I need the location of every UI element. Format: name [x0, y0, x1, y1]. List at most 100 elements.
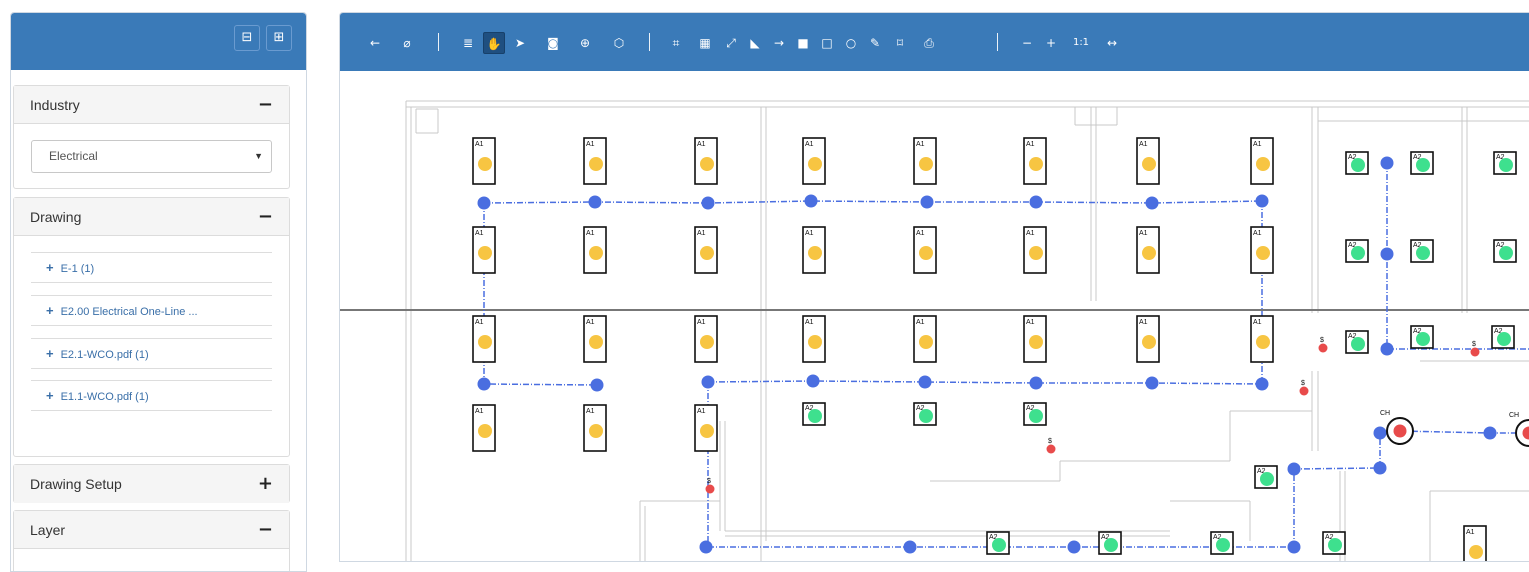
plus-icon[interactable]: + [46, 388, 54, 403]
fixture-a2: A2 [1024, 403, 1046, 425]
industry-select[interactable]: Electrical ▼ [31, 140, 272, 173]
path-node [1381, 157, 1394, 170]
switch-symbol: $ [706, 478, 715, 494]
camera-icon[interactable]: ◙ [542, 32, 564, 54]
panel-title: Industry [30, 97, 80, 113]
toolbar-divider [438, 33, 439, 51]
floor-plan-canvas[interactable]: A1A1A1A1A1A1A1A1A1A1A1A1A1A1A1A1A1A1A1A1… [340, 71, 1529, 562]
back-icon[interactable]: ← [364, 32, 386, 54]
path-node [700, 541, 713, 554]
fit-width-icon[interactable]: ↔ [1101, 32, 1123, 54]
viewer-toolbar: ← ⌀ ≣ ✋ ➤ ◙ ⊕ ⬡ ⌗ ▦ ⤢ ◣ → ■ □ ○ ✎ ⌑ ⎙ − … [340, 13, 1529, 71]
path-node [1374, 427, 1387, 440]
zoom-in-icon[interactable]: + [1040, 32, 1062, 54]
rectangle-icon[interactable]: □ [816, 32, 838, 54]
path-node [589, 196, 602, 209]
svg-text:A1: A1 [1026, 141, 1035, 148]
svg-text:A1: A1 [916, 230, 925, 237]
drawing-setup-panel-header[interactable]: Drawing Setup + [14, 465, 289, 503]
drawing-panel-header[interactable]: Drawing − [14, 198, 289, 236]
svg-text:A1: A1 [805, 141, 814, 148]
path-node [591, 379, 604, 392]
plus-icon[interactable]: + [46, 346, 54, 361]
collapse-icon[interactable]: − [258, 511, 273, 549]
fixture-a1: A1 [584, 227, 606, 273]
switch-symbol: $ [1047, 438, 1056, 454]
expand-icon[interactable]: + [258, 465, 273, 503]
arrow-right-icon[interactable]: → [768, 32, 790, 54]
ch-symbol: CH [1509, 412, 1529, 446]
drawing-setup-panel: Drawing Setup + [13, 464, 290, 503]
toolbar-divider [649, 33, 650, 51]
svg-text:A1: A1 [475, 319, 484, 326]
layer-panel-header[interactable]: Layer − [14, 511, 289, 549]
collapse-icon[interactable]: − [258, 198, 273, 236]
svg-text:A1: A1 [697, 230, 706, 237]
svg-text:A1: A1 [697, 319, 706, 326]
calculator-icon[interactable]: ▦ [694, 32, 716, 54]
collapse-all-icon[interactable]: ⊟ [234, 25, 260, 51]
path-node [702, 376, 715, 389]
svg-text:A1: A1 [916, 141, 925, 148]
fixture-a1: A1 [695, 316, 717, 362]
svg-text:CH: CH [1509, 412, 1519, 419]
cube-icon[interactable]: ⬡ [608, 32, 630, 54]
circle-icon[interactable]: ○ [840, 32, 862, 54]
print-icon[interactable]: ⎙ [918, 32, 940, 54]
path-node [1288, 463, 1301, 476]
path-node [1030, 377, 1043, 390]
highlighter-icon[interactable]: ✎ [864, 32, 886, 54]
crosshair-icon[interactable]: ⊕ [574, 32, 596, 54]
fixture-a1: A1 [695, 138, 717, 184]
crop-icon[interactable]: ⌗ [665, 32, 687, 54]
align-icon[interactable]: ≣ [457, 32, 479, 54]
sidebar: ⊟ ⊞ Industry − Electrical ▼ Drawing − +E… [10, 12, 307, 572]
drawing-item-e11[interactable]: +E1.1-WCO.pdf (1) [31, 380, 272, 411]
pointer-icon[interactable]: ➤ [509, 32, 531, 54]
path-node [1288, 541, 1301, 554]
zoom-out-icon[interactable]: − [1016, 32, 1038, 54]
sidebar-header: ⊟ ⊞ [11, 13, 306, 70]
fixture-a1: A1 [914, 316, 936, 362]
path-node [904, 541, 917, 554]
chevron-down-icon: ▼ [254, 141, 263, 172]
svg-text:A1: A1 [475, 230, 484, 237]
drawing-item-e1[interactable]: +E-1 (1) [31, 252, 272, 283]
collapse-icon[interactable]: − [258, 86, 273, 124]
plus-icon[interactable]: + [46, 303, 54, 318]
industry-panel-header[interactable]: Industry − [14, 86, 289, 124]
expand-all-icon[interactable]: ⊞ [266, 25, 292, 51]
pan-hand-icon[interactable]: ✋ [483, 32, 505, 54]
path-node [1068, 541, 1081, 554]
svg-text:A1: A1 [697, 141, 706, 148]
path-node [1256, 378, 1269, 391]
path-node [1030, 196, 1043, 209]
fixture-a2: A2 [803, 403, 825, 425]
ch-symbol: CH [1380, 410, 1413, 444]
area-chart-icon[interactable]: ◣ [744, 32, 766, 54]
fixture-a1: A1 [473, 227, 495, 273]
path-node [1374, 462, 1387, 475]
line-measure-icon[interactable]: ⤢ [720, 32, 742, 54]
industry-panel: Industry − Electrical ▼ [13, 85, 290, 189]
svg-text:A1: A1 [1253, 141, 1262, 148]
path-node [1146, 197, 1159, 210]
fixture-a1: A1 [1251, 227, 1273, 273]
fixture-a2: A2 [1411, 152, 1433, 174]
drawing-item-e21[interactable]: +E2.1-WCO.pdf (1) [31, 338, 272, 369]
drawing-item-e200[interactable]: +E2.00 Electrical One-Line ... [31, 295, 272, 326]
fill-square-icon[interactable]: ■ [792, 32, 814, 54]
path-node [478, 197, 491, 210]
path-node [919, 376, 932, 389]
hide-icon[interactable]: ⌀ [396, 32, 418, 54]
ch-symbols: CH CH [1380, 410, 1529, 446]
fixture-a2: A2 [1099, 532, 1121, 554]
plus-icon[interactable]: + [46, 260, 54, 275]
drawing-viewer: ← ⌀ ≣ ✋ ➤ ◙ ⊕ ⬡ ⌗ ▦ ⤢ ◣ → ■ □ ○ ✎ ⌑ ⎙ − … [339, 12, 1529, 562]
industry-select-value: Electrical [49, 149, 98, 163]
frame-icon[interactable]: ⌑ [889, 32, 911, 54]
actual-size-button[interactable]: 1:1 [1068, 32, 1094, 54]
svg-text:A1: A1 [586, 319, 595, 326]
svg-text:A1: A1 [1026, 230, 1035, 237]
switch-symbol: $ [1319, 337, 1328, 353]
